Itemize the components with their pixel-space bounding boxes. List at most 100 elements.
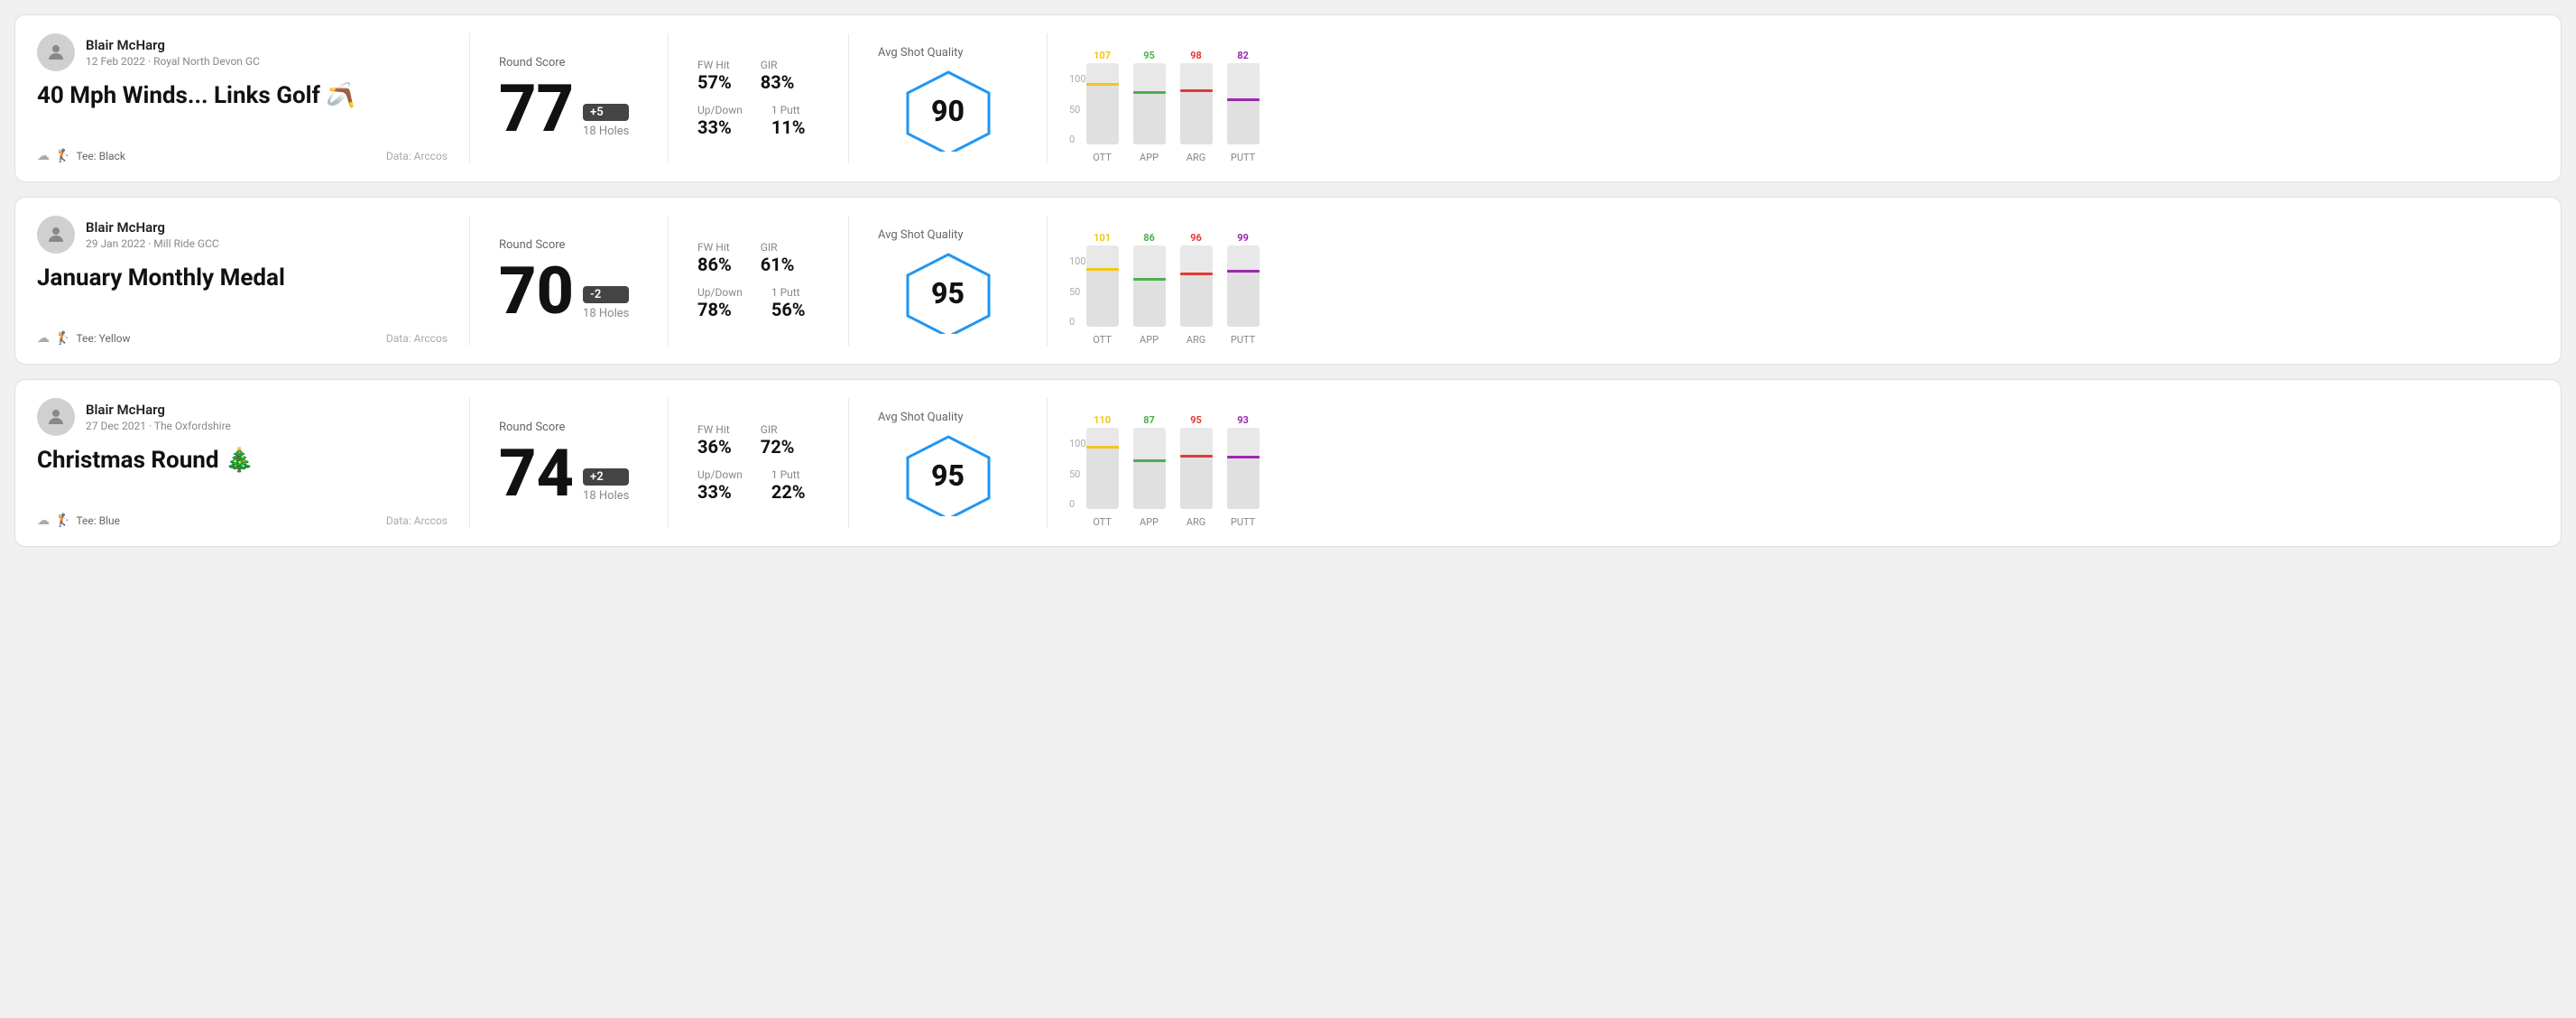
card-left-section: Blair McHarg 12 Feb 2022 · Royal North D…: [37, 33, 470, 163]
score-badge: +5: [583, 104, 629, 121]
bar-label-putt: PUTT: [1231, 334, 1255, 346]
bar-fill-putt: [1227, 270, 1260, 327]
y-100: 100: [1069, 438, 1086, 449]
round-title: 40 Mph Winds... Links Golf 🪃: [37, 82, 448, 109]
bar-group-putt: 82 PUTT: [1227, 50, 1260, 163]
bar-value-arg: 96: [1190, 232, 1202, 244]
bar-putt: [1227, 245, 1260, 327]
bar-putt: [1227, 63, 1260, 144]
y-50: 50: [1069, 104, 1086, 116]
bar-label-ott: OTT: [1093, 334, 1112, 346]
stats-section: FW Hit 36% GIR 72% Up/Down 33% 1 Putt 22…: [669, 398, 849, 528]
card-left-section: Blair McHarg 27 Dec 2021 · The Oxfordshi…: [37, 398, 470, 528]
y-50: 50: [1069, 468, 1086, 480]
updown-label: Up/Down: [697, 286, 743, 299]
user-name: Blair McHarg: [86, 402, 231, 418]
score-section: Round Score 77 +5 18 Holes: [470, 33, 669, 163]
bar-fill-ott: [1086, 83, 1119, 144]
score-label: Round Score: [499, 238, 639, 252]
hexagon-container: 90: [903, 70, 993, 152]
y-axis: 100 50 0: [1069, 255, 1086, 346]
bars-container: 107 OTT 95: [1086, 33, 2517, 163]
y-50: 50: [1069, 286, 1086, 298]
fw-hit-value: 86%: [697, 254, 732, 275]
tee-label: Tee: Yellow: [76, 332, 130, 345]
stats-row-bottom: Up/Down 33% 1 Putt 11%: [697, 104, 819, 138]
score-badge: +2: [583, 468, 629, 486]
putt-label: 1 Putt: [771, 286, 806, 299]
bar-fill-putt: [1227, 98, 1260, 144]
bar-fill-putt: [1227, 456, 1260, 509]
bar-line-putt: [1227, 270, 1260, 273]
quality-score: 95: [931, 458, 965, 493]
data-source: Data: Arccos: [386, 332, 448, 345]
bar-value-putt: 93: [1237, 414, 1249, 426]
updown-value: 33%: [697, 481, 743, 503]
weather-icon: ☁: [37, 149, 50, 163]
bar-value-app: 86: [1143, 232, 1155, 244]
fw-hit-stat: FW Hit 57%: [697, 59, 732, 93]
holes-label: 18 Holes: [583, 489, 629, 503]
stats-row-top: FW Hit 36% GIR 72%: [697, 423, 819, 458]
bar-fill-arg: [1180, 455, 1213, 509]
bar-group-putt: 93 PUTT: [1227, 414, 1260, 528]
bar-ott: [1086, 245, 1119, 327]
score-section: Round Score 74 +2 18 Holes: [470, 398, 669, 528]
bar-fill-arg: [1180, 89, 1213, 144]
bar-value-arg: 98: [1190, 50, 1202, 61]
bar-fill-app: [1133, 459, 1166, 509]
stats-section: FW Hit 86% GIR 61% Up/Down 78% 1 Putt 56…: [669, 216, 849, 346]
tee-info: ☁ 🏌 Tee: Blue: [37, 514, 120, 528]
bar-value-app: 95: [1143, 50, 1155, 61]
putt-label: 1 Putt: [771, 468, 806, 481]
card-left-section: Blair McHarg 29 Jan 2022 · Mill Ride GCC…: [37, 216, 470, 346]
bar-line-app: [1133, 278, 1166, 281]
putt-stat: 1 Putt 11%: [771, 104, 806, 138]
round-title: January Monthly Medal: [37, 264, 448, 292]
gir-label: GIR: [761, 59, 795, 71]
weather-icon: ☁: [37, 514, 50, 528]
bar-label-putt: PUTT: [1231, 152, 1255, 163]
bar-app: [1133, 428, 1166, 509]
bar-fill-app: [1133, 91, 1166, 144]
tee-label: Tee: Black: [76, 150, 125, 162]
bar-group-arg: 96 ARG: [1180, 232, 1213, 346]
bar-value-ott: 110: [1094, 414, 1111, 426]
chart-section: 100 50 0 107 OTT: [1048, 33, 2539, 163]
bar-value-ott: 101: [1094, 232, 1111, 244]
y-0: 0: [1069, 498, 1086, 510]
round-card-1: Blair McHarg 12 Feb 2022 · Royal North D…: [14, 14, 2562, 182]
bar-value-app: 87: [1143, 414, 1155, 426]
round-card-3: Blair McHarg 27 Dec 2021 · The Oxfordshi…: [14, 379, 2562, 547]
bar-fill-arg: [1180, 273, 1213, 327]
bar-label-app: APP: [1140, 334, 1159, 346]
fw-hit-stat: FW Hit 36%: [697, 423, 732, 458]
user-info: Blair McHarg 12 Feb 2022 · Royal North D…: [86, 37, 260, 68]
fw-hit-value: 36%: [697, 436, 732, 458]
fw-hit-label: FW Hit: [697, 423, 732, 436]
user-header: Blair McHarg 29 Jan 2022 · Mill Ride GCC: [37, 216, 448, 254]
fw-hit-label: FW Hit: [697, 59, 732, 71]
quality-section: Avg Shot Quality 95: [849, 398, 1048, 528]
bag-icon: 🏌: [55, 514, 70, 528]
chart-bars: 107 OTT 95: [1086, 33, 2517, 163]
gir-label: GIR: [761, 241, 795, 254]
card-footer: ☁ 🏌 Tee: Yellow Data: Arccos: [37, 331, 448, 346]
quality-score: 90: [931, 94, 965, 128]
score-row: 77 +5 18 Holes: [499, 77, 639, 142]
date-course: 29 Jan 2022 · Mill Ride GCC: [86, 237, 219, 250]
bar-group-app: 86 APP: [1133, 232, 1166, 346]
card-footer: ☁ 🏌 Tee: Blue Data: Arccos: [37, 514, 448, 528]
bar-value-ott: 107: [1094, 50, 1111, 61]
tee-label: Tee: Blue: [76, 514, 120, 527]
putt-label: 1 Putt: [771, 104, 806, 116]
gir-label: GIR: [761, 423, 795, 436]
bar-line-arg: [1180, 455, 1213, 458]
score-label: Round Score: [499, 56, 639, 69]
bar-line-putt: [1227, 98, 1260, 101]
putt-value: 56%: [771, 299, 806, 320]
bar-value-putt: 82: [1237, 50, 1249, 61]
gir-value: 61%: [761, 254, 795, 275]
bar-arg: [1180, 245, 1213, 327]
stats-row-top: FW Hit 57% GIR 83%: [697, 59, 819, 93]
